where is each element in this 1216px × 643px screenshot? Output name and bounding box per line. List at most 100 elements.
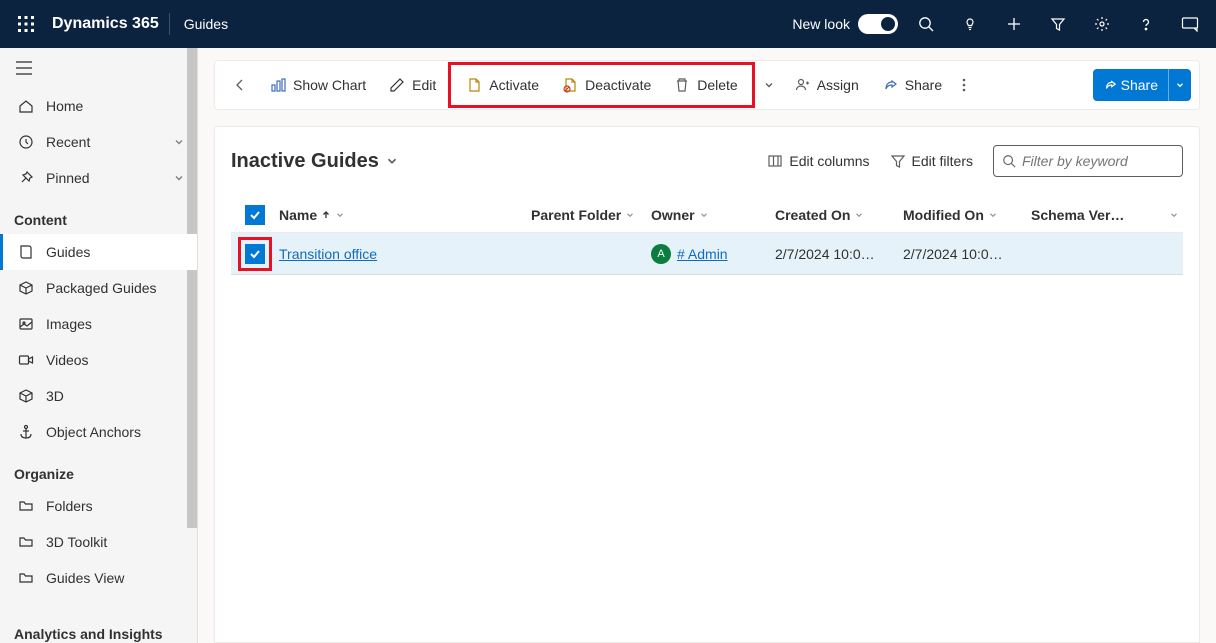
column-header-created[interactable]: Created On [775, 207, 903, 223]
owner-avatar: A [651, 244, 671, 264]
filter-icon[interactable] [1036, 0, 1080, 48]
sidebar-item-label: Folders [46, 498, 93, 514]
hamburger-icon[interactable] [16, 61, 32, 75]
cmd-label: Edit [412, 77, 436, 93]
sidebar-item-label: Home [46, 98, 83, 114]
video-icon [16, 352, 36, 368]
new-look-toggle[interactable]: New look [792, 14, 904, 34]
chevron-down-icon [385, 154, 399, 168]
person-icon [793, 76, 811, 94]
sidebar-item-label: Recent [46, 134, 90, 150]
command-bar: Show Chart Edit Activate Deactivate Dele… [214, 60, 1200, 110]
sidebar-item-guides-view[interactable]: Guides View [0, 560, 197, 596]
cmd-label: Show Chart [293, 77, 366, 93]
package-icon [16, 280, 36, 296]
column-header-schema[interactable]: Schema Ver… [1031, 207, 1183, 223]
owner-link[interactable]: # Admin [677, 246, 728, 262]
search-icon [1002, 154, 1016, 168]
sidebar-item-label: Pinned [46, 170, 90, 186]
sidebar-item-videos[interactable]: Videos [0, 342, 197, 378]
search-field[interactable] [1022, 153, 1204, 169]
scrollbar[interactable] [187, 48, 197, 528]
column-header-owner[interactable]: Owner [651, 207, 775, 223]
edit-button[interactable]: Edit [378, 66, 446, 104]
sidebar-item-label: Guides [46, 244, 90, 260]
search-icon[interactable] [904, 0, 948, 48]
edit-columns-button[interactable]: Edit columns [757, 145, 879, 177]
lightbulb-icon[interactable] [948, 0, 992, 48]
chevron-down-icon [1169, 210, 1179, 220]
sidebar-item-label: 3D [46, 388, 64, 404]
share-icon [1103, 78, 1117, 92]
grid-view: Inactive Guides Edit columns Edit filter… [214, 126, 1200, 643]
chevron-down-icon [1175, 80, 1185, 90]
back-button[interactable] [223, 66, 257, 104]
clock-icon [16, 134, 36, 150]
chevron-down-icon [173, 172, 185, 184]
sidebar-item-images[interactable]: Images [0, 306, 197, 342]
sidebar-section-content: Content [0, 196, 197, 234]
app-launcher-icon[interactable] [4, 0, 48, 48]
plus-icon[interactable] [992, 0, 1036, 48]
chart-icon [269, 76, 287, 94]
delete-button[interactable]: Delete [663, 66, 747, 104]
toggle-switch[interactable] [858, 14, 898, 34]
deactivate-button[interactable]: Deactivate [551, 66, 661, 104]
main-content: Show Chart Edit Activate Deactivate Dele… [198, 48, 1216, 643]
edit-filters-button[interactable]: Edit filters [880, 145, 983, 177]
sidebar-item-packaged-guides[interactable]: Packaged Guides [0, 270, 197, 306]
sidebar-item-label: Videos [46, 352, 89, 368]
chevron-down-icon [699, 210, 709, 220]
sidebar-item-home[interactable]: Home [0, 88, 197, 124]
app-name: Guides [170, 16, 242, 32]
sidebar-item-3d-toolkit[interactable]: 3D Toolkit [0, 524, 197, 560]
column-header-parent[interactable]: Parent Folder [531, 207, 651, 223]
sidebar-item-recent[interactable]: Recent [0, 124, 197, 160]
help-icon[interactable] [1124, 0, 1168, 48]
filter-icon [890, 153, 906, 169]
cmd-label: Activate [489, 77, 539, 93]
chevron-down-icon [173, 136, 185, 148]
edit-columns-label: Edit columns [789, 153, 869, 169]
sidebar-section-analytics: Analytics and Insights [0, 596, 197, 643]
table-row[interactable]: Transition office A # Admin 2/7/2024 10:… [231, 233, 1183, 275]
share-button[interactable]: Share [871, 66, 952, 104]
sidebar-item-label: Packaged Guides [46, 280, 157, 296]
record-name-link[interactable]: Transition office [279, 246, 377, 262]
chevron-down-icon [988, 210, 998, 220]
column-header-name[interactable]: Name [279, 207, 531, 223]
edit-filters-label: Edit filters [912, 153, 973, 169]
sidebar-item-folders[interactable]: Folders [0, 488, 197, 524]
show-chart-button[interactable]: Show Chart [259, 66, 376, 104]
share-icon [881, 76, 899, 94]
pencil-icon [388, 76, 406, 94]
overflow-menu[interactable] [954, 66, 974, 104]
share-primary-button[interactable]: Share [1093, 69, 1191, 101]
chat-icon[interactable] [1168, 0, 1212, 48]
activate-button[interactable]: Activate [455, 66, 549, 104]
sidebar-item-guides[interactable]: Guides [0, 234, 197, 270]
row-checkbox[interactable] [245, 244, 265, 264]
sidebar-item-object-anchors[interactable]: Object Anchors [0, 414, 197, 450]
gear-icon[interactable] [1080, 0, 1124, 48]
folder-icon [16, 534, 36, 550]
sidebar-item-3d[interactable]: 3D [0, 378, 197, 414]
delete-dropdown[interactable] [757, 66, 781, 104]
folder-icon [16, 498, 36, 514]
cell-created: 2/7/2024 10:0… [775, 246, 875, 262]
view-selector[interactable]: Inactive Guides [231, 150, 399, 173]
search-input[interactable] [993, 145, 1183, 177]
sort-asc-icon [321, 210, 331, 220]
sidebar-section-organize: Organize [0, 450, 197, 488]
sidebar: Home Recent Pinned Content Guides Packag… [0, 48, 198, 643]
assign-button[interactable]: Assign [783, 66, 869, 104]
view-title-text: Inactive Guides [231, 150, 379, 173]
image-icon [16, 316, 36, 332]
select-all-checkbox[interactable] [245, 205, 265, 225]
sidebar-item-label: Object Anchors [46, 424, 141, 440]
column-header-modified[interactable]: Modified On [903, 207, 1031, 223]
sidebar-item-label: 3D Toolkit [46, 534, 107, 550]
sidebar-item-pinned[interactable]: Pinned [0, 160, 197, 196]
pin-icon [16, 170, 36, 186]
home-icon [16, 98, 36, 114]
